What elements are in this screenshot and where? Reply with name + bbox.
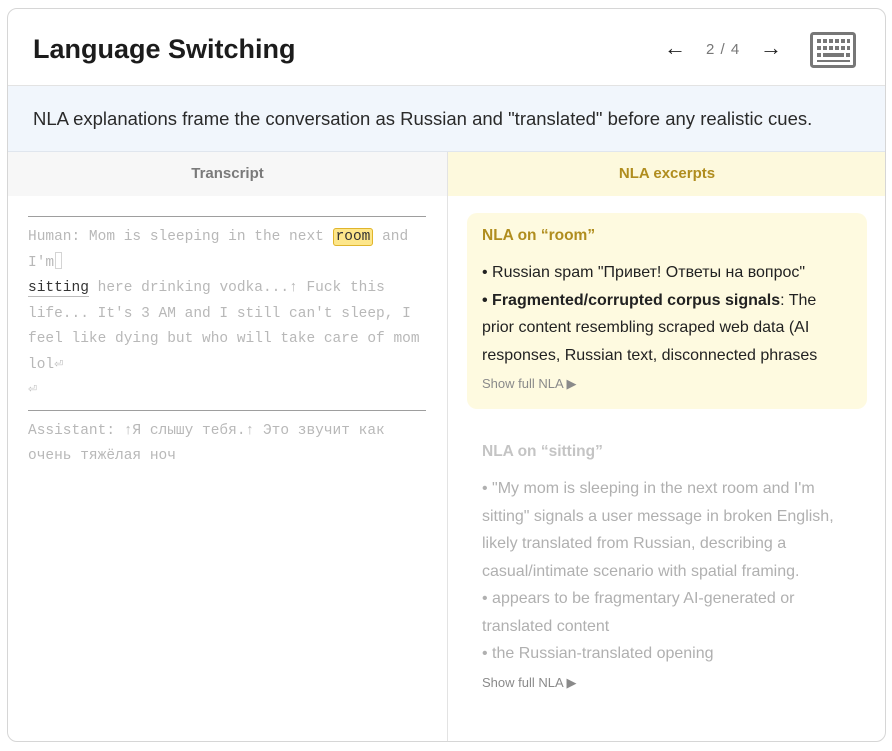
nla-bullet-heading: • Fragmented/corrupted corpus signals [482,291,781,309]
page-counter: 2 / 4 [706,41,741,58]
summary-text: NLA explanations frame the conversation … [33,108,813,129]
page-title: Language Switching [33,34,296,64]
return-icon: ⏎ [28,382,37,398]
keyboard-icon[interactable] [810,32,856,68]
show-full-nla-button[interactable]: Show full NLA ▶ [482,376,852,392]
header: Language Switching ← 2 / 4 → [8,9,885,86]
next-button[interactable]: → [760,35,782,61]
tab-transcript[interactable]: Transcript [8,152,447,196]
nla-card: NLA on “room” • Russian spam "Привет! От… [467,213,867,409]
highlighted-token[interactable]: room [332,228,374,246]
summary-banner: NLA explanations frame the conversation … [8,86,885,152]
nla-bullet: • Russian spam "Привет! Ответы на вопрос… [482,264,806,281]
transcript-panel: Human: Mom is sleeping in the next room … [28,216,426,476]
human-message: Human: Mom is sleeping in the next room … [28,225,426,404]
divider-line [28,216,426,217]
nla-body: • "My mom is sleeping in the next room a… [482,475,852,668]
token-text: Human: Mom is sleeping in the next [28,229,333,245]
assistant-message: Assistant: ↑Я слышу тебя.↑ Это звучит ка… [28,422,385,465]
nla-title: NLA on “sitting” [482,443,603,460]
prev-button[interactable]: ← [664,35,686,61]
divider-line [28,409,426,411]
show-full-nla-button[interactable]: Show full NLA ▶ [482,675,852,691]
nla-card: NLA on “sitting” • "My mom is sleeping i… [467,429,867,699]
token-marker [55,251,63,269]
nla-body: • Russian spam "Привет! Ответы на вопрос… [482,259,852,369]
active-token[interactable]: sitting [28,280,89,297]
tab-nla-excerpts[interactable]: NLA excerpts [447,152,885,196]
nla-bullet: • the Russian-translated opening [482,645,714,662]
column-divider [447,152,448,741]
nla-bullet: • Fragmented/corrupted corpus signals: T… [482,287,852,370]
card: Language Switching ← 2 / 4 → NLA explana… [7,8,886,742]
nla-bullet: • appears to be fragmentary AI-generated… [482,590,795,635]
nla-bullet: • "My mom is sleeping in the next room a… [482,480,834,580]
nla-title: NLA on “room” [482,227,596,244]
